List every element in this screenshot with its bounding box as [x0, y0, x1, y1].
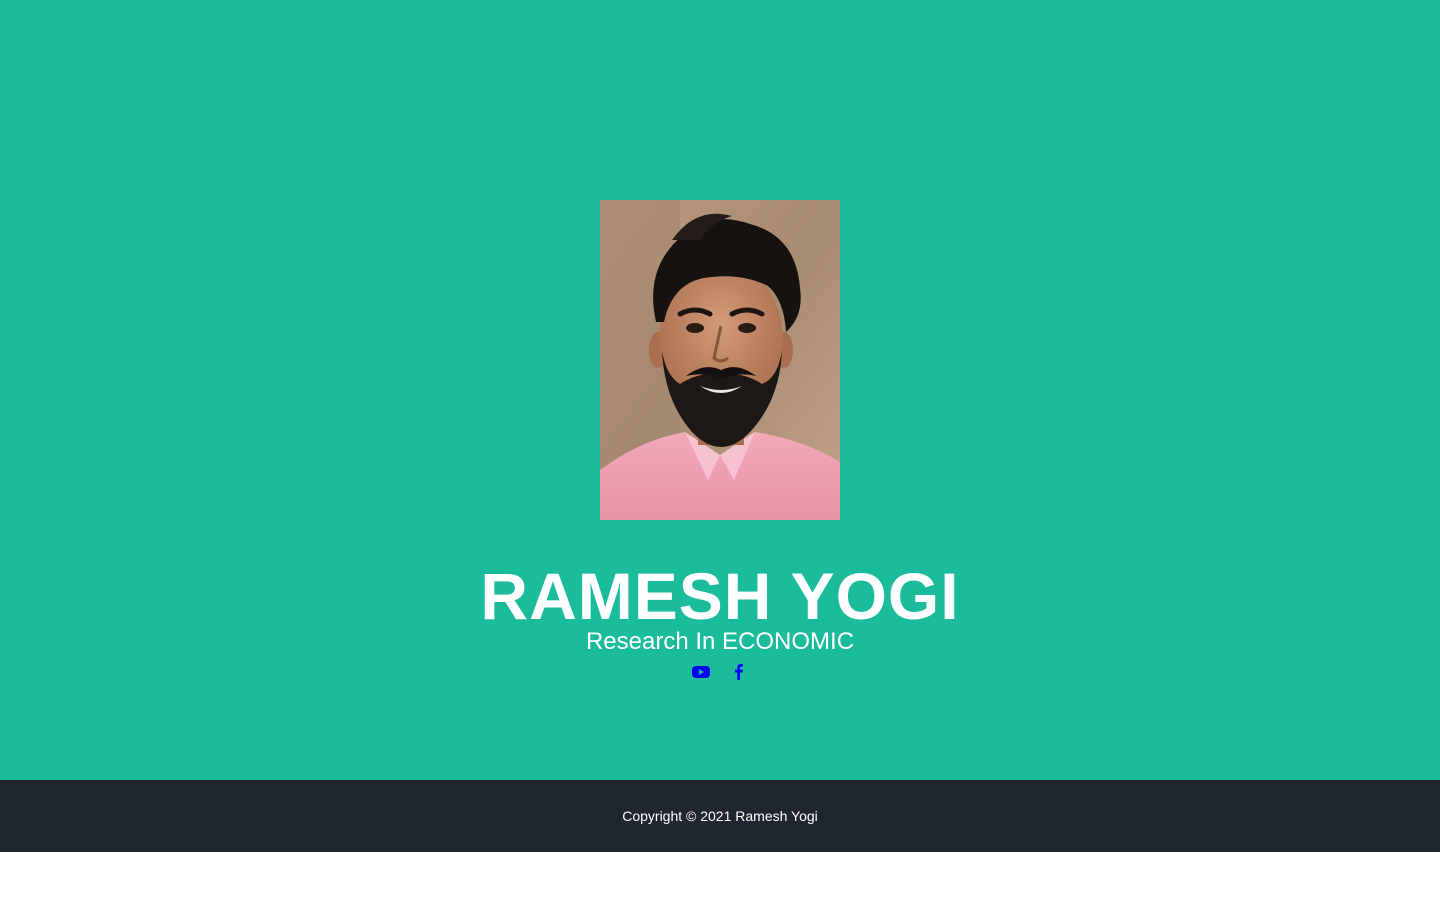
profile-photo	[600, 200, 840, 520]
profile-name: RAMESH YOGI	[480, 559, 960, 633]
facebook-icon	[735, 664, 743, 680]
youtube-icon	[692, 666, 710, 678]
profile-tagline: Research In ECONOMIC	[585, 628, 855, 655]
youtube-link[interactable]	[692, 661, 710, 683]
hero-section: RAMESH YOGI Research In ECONOMIC	[0, 0, 1440, 780]
copyright-text: Copyright © 2021 Ramesh Yogi	[622, 808, 818, 824]
facebook-link[interactable]	[730, 661, 748, 683]
social-links	[0, 661, 1440, 683]
